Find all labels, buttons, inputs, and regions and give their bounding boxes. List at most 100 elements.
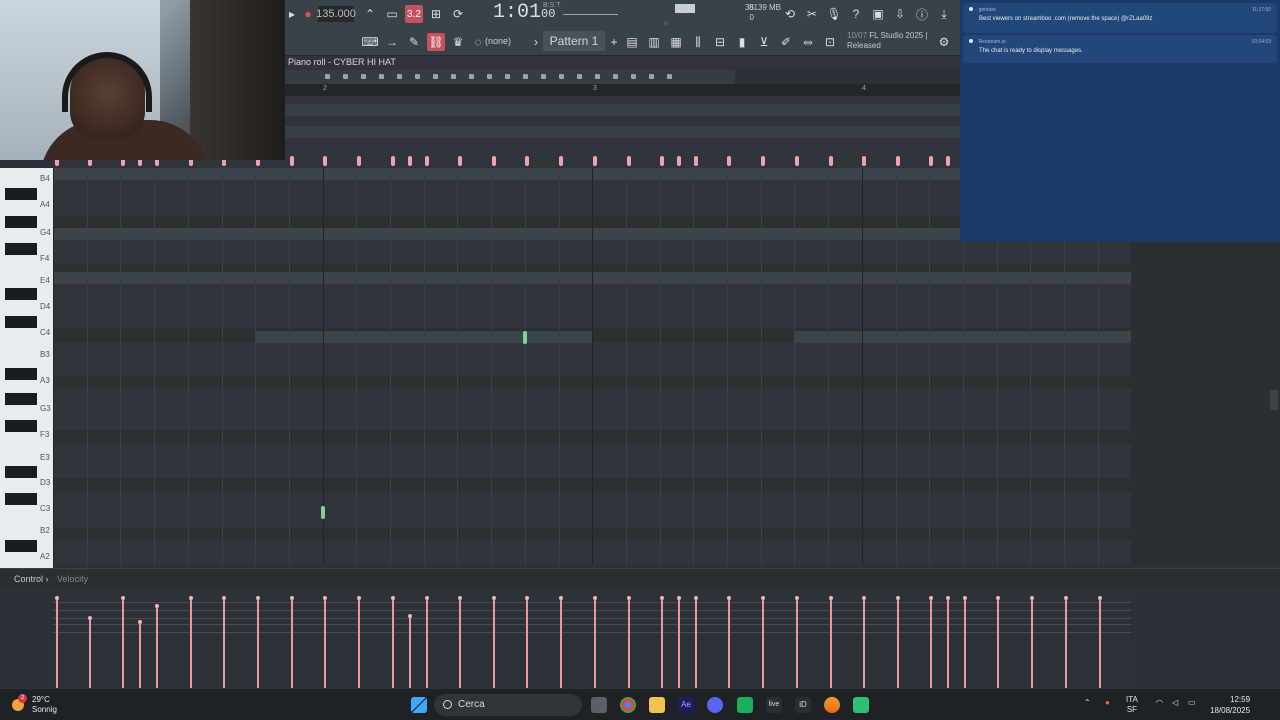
step-edit-icon[interactable]: ⊞: [427, 5, 445, 23]
add-pattern-icon[interactable]: +: [605, 33, 623, 51]
plugin-icon[interactable]: ▮: [733, 33, 751, 51]
start-icon[interactable]: [411, 697, 427, 713]
wifi-icon[interactable]: ◠: [1156, 698, 1163, 708]
velocity-handle[interactable]: [121, 596, 125, 600]
velocity-bar[interactable]: [459, 598, 461, 688]
id-icon[interactable]: iD: [795, 697, 811, 713]
velocity-handle[interactable]: [896, 596, 900, 600]
tool-dot-icon[interactable]: [487, 74, 492, 79]
velocity-handle[interactable]: [761, 596, 765, 600]
midi-note[interactable]: [321, 506, 325, 519]
black-key[interactable]: [5, 288, 37, 300]
mic-tool-icon[interactable]: ⊻: [755, 33, 773, 51]
velocity-handle[interactable]: [138, 620, 142, 624]
velocity-bar[interactable]: [560, 598, 562, 688]
task-view-icon[interactable]: [591, 697, 607, 713]
velocity-label[interactable]: Velocity: [57, 574, 88, 584]
velocity-bar[interactable]: [678, 598, 680, 688]
fl-studio-icon[interactable]: [824, 697, 840, 713]
after-effects-icon[interactable]: Ae: [678, 697, 694, 713]
velocity-handle[interactable]: [357, 596, 361, 600]
tool-dot-icon[interactable]: [631, 74, 636, 79]
velocity-bar[interactable]: [139, 622, 141, 688]
fl-news[interactable]: 10/07 FL Studio 2025 | Released: [847, 31, 928, 51]
export-icon[interactable]: ⇩: [891, 5, 909, 23]
tool-dot-icon[interactable]: [649, 74, 654, 79]
mic-icon[interactable]: 🎙: [825, 5, 843, 23]
velocity-handle[interactable]: [1030, 596, 1034, 600]
piano-keyboard[interactable]: B4 A4 G4 F4 E4 D4 C4 B3 A3 G3 F3 E3 D3 C3 B2 A2: [0, 168, 53, 568]
paint-icon[interactable]: ♛: [449, 33, 467, 51]
tool-dot-icon[interactable]: [505, 74, 510, 79]
velocity-bar[interactable]: [324, 598, 326, 688]
record-icon[interactable]: ●: [299, 5, 317, 23]
velocity-handle[interactable]: [189, 596, 193, 600]
cable-icon[interactable]: ⥈: [799, 33, 817, 51]
velocity-handle[interactable]: [946, 596, 950, 600]
tool-dot-icon[interactable]: [577, 74, 582, 79]
black-key[interactable]: [5, 368, 37, 380]
velocity-handle[interactable]: [88, 616, 92, 620]
tool-dot-icon[interactable]: [523, 74, 528, 79]
velocity-bar[interactable]: [409, 616, 411, 688]
velocity-handle[interactable]: [55, 596, 59, 600]
chrome-icon[interactable]: [620, 697, 636, 713]
velocity-bar[interactable]: [89, 618, 91, 688]
metronome-icon[interactable]: ⌃: [361, 5, 379, 23]
volume-icon[interactable]: ◁: [1172, 698, 1178, 708]
velocity-bar[interactable]: [493, 598, 495, 688]
timeline-ruler[interactable]: 2 3 4: [285, 84, 960, 96]
velocity-handle[interactable]: [290, 596, 294, 600]
velocity-handle[interactable]: [222, 596, 226, 600]
velocity-bar[interactable]: [56, 598, 58, 688]
velocity-bar[interactable]: [830, 598, 832, 688]
velocity-handle[interactable]: [795, 596, 799, 600]
velocity-bar[interactable]: [257, 598, 259, 688]
velocity-bar[interactable]: [762, 598, 764, 688]
velocity-handle[interactable]: [627, 596, 631, 600]
tool-dot-icon[interactable]: [667, 74, 672, 79]
tool-dot-icon[interactable]: [433, 74, 438, 79]
velocity-bar[interactable]: [122, 598, 124, 688]
app-icon[interactable]: [853, 697, 869, 713]
black-key[interactable]: [5, 466, 37, 478]
system-clock[interactable]: 12:59 18/08/2025: [1210, 694, 1250, 716]
velocity-handle[interactable]: [256, 596, 260, 600]
download-icon[interactable]: ⤓: [935, 5, 953, 23]
velocity-handle[interactable]: [492, 596, 496, 600]
tool-dot-icon[interactable]: [361, 74, 366, 79]
tempo-display[interactable]: 135.000: [316, 6, 356, 22]
velocity-bar[interactable]: [1065, 598, 1067, 688]
mic-tray-icon[interactable]: ●: [1105, 698, 1110, 708]
velocity-bar[interactable]: [594, 598, 596, 688]
black-key[interactable]: [5, 420, 37, 432]
battery-icon[interactable]: ▭: [1188, 698, 1196, 708]
black-key[interactable]: [5, 540, 37, 552]
velocity-handle[interactable]: [862, 596, 866, 600]
velocity-handle[interactable]: [829, 596, 833, 600]
velocity-handle[interactable]: [1098, 596, 1102, 600]
info-icon[interactable]: ⓘ: [913, 5, 931, 23]
channel-rack-icon[interactable]: ▥: [645, 33, 663, 51]
velocity-bar[interactable]: [863, 598, 865, 688]
language-indicator[interactable]: ITA SF: [1126, 695, 1138, 715]
velocity-bar[interactable]: [964, 598, 966, 688]
velocity-handle[interactable]: [727, 596, 731, 600]
black-key[interactable]: [5, 216, 37, 228]
file-explorer-icon[interactable]: [649, 697, 665, 713]
velocity-handle[interactable]: [1064, 596, 1068, 600]
countdown-button[interactable]: 3.2: [405, 5, 423, 23]
black-key[interactable]: [5, 243, 37, 255]
velocity-bar[interactable]: [947, 598, 949, 688]
velocity-bar[interactable]: [796, 598, 798, 688]
velocity-bar[interactable]: [358, 598, 360, 688]
tray-chevron-icon[interactable]: ⌃: [1084, 698, 1091, 708]
piano-roll-icon[interactable]: ▦: [667, 33, 685, 51]
tool-dot-icon[interactable]: [415, 74, 420, 79]
black-key[interactable]: [5, 393, 37, 405]
velocity-handle[interactable]: [408, 614, 412, 618]
velocity-handle[interactable]: [525, 596, 529, 600]
master-pitch-slider[interactable]: [563, 14, 618, 15]
velocity-handle[interactable]: [425, 596, 429, 600]
velocity-lane[interactable]: [53, 588, 1131, 688]
